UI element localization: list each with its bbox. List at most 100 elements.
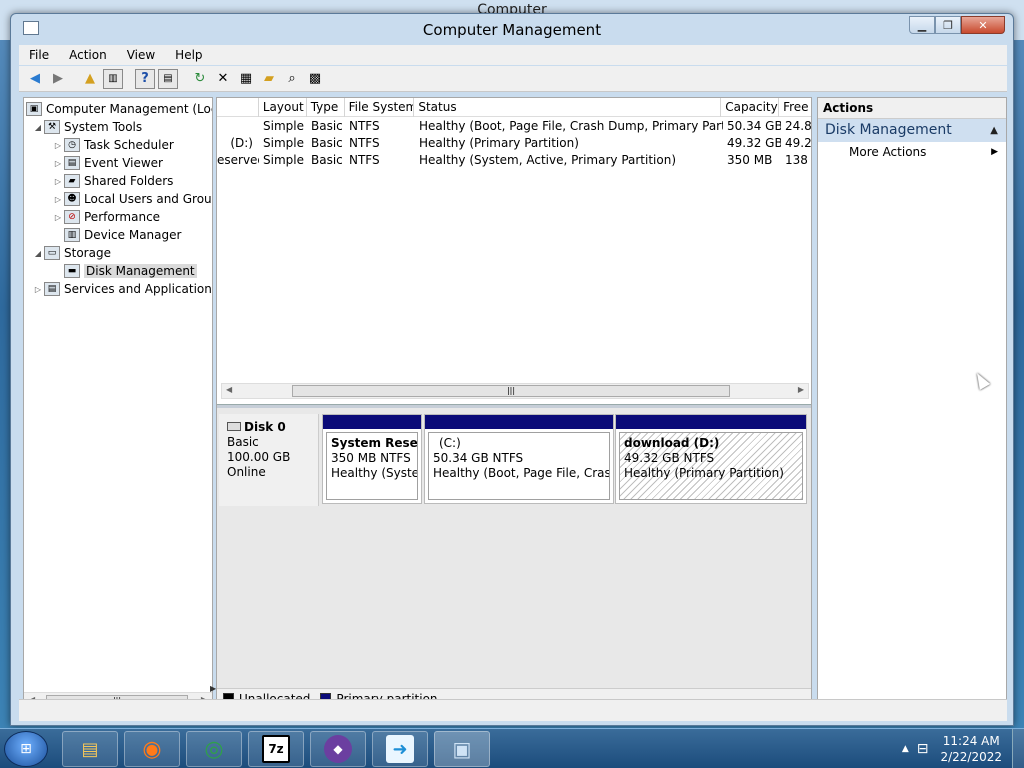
settings-icon[interactable]: ▩ [305,69,325,89]
expand-icon[interactable]: ▷ [52,195,64,204]
toolbar: ◀ ▶ ▲ ▥ ? ▤ ↻ ✕ ▦ ▰ ⌕ ▩ [19,66,1007,92]
minimize-button[interactable]: ▁ [909,16,935,34]
primary-partition-bar [323,415,421,429]
show-hidden-icons-icon[interactable]: ▲ [902,744,909,754]
menu-action[interactable]: Action [59,48,117,62]
tree-item-storage[interactable]: ◢ ▭ Storage [32,244,111,262]
column-volume[interactable] [217,98,259,117]
taskbar-remote[interactable]: ➜ [372,731,428,767]
restore-button[interactable]: ❐ [935,16,961,34]
clock[interactable]: 11:24 AM 2/22/2022 [940,733,1002,765]
show-hide-action-pane-icon[interactable]: ▤ [158,68,178,89]
disk-state: Online [227,465,266,479]
computer-management-icon: ▣ [26,102,42,116]
disk-management-pane: Layout Type File System Status Capacity … [216,97,812,709]
forward-icon[interactable]: ▶ [48,69,68,89]
firefox-icon: ◉ [142,736,162,762]
back-icon[interactable]: ◀ [25,69,45,89]
taskbar-chrome[interactable]: ◎ [186,731,242,767]
users-icon: ☻ [64,192,80,206]
tree-item-event-viewer[interactable]: ▷ ▤ Event Viewer [52,154,163,172]
taskbar-brave[interactable]: ◆ [310,731,366,767]
chrome-icon: ◎ [204,736,224,762]
status-bar [19,699,1007,721]
tree-item-services[interactable]: ▷ ▤ Services and Applications [32,280,212,298]
clock-time: 11:24 AM [942,734,1000,748]
open-folder-icon[interactable]: ▰ [259,69,279,89]
column-type[interactable]: Type [307,98,345,117]
table-row[interactable]: Simple Basic NTFS Healthy (Boot, Page Fi… [217,118,811,135]
taskbar-computer-management[interactable]: ▣ [434,731,490,767]
refresh-icon[interactable]: ↻ [190,69,210,89]
expand-icon[interactable]: ▷ [52,213,64,222]
taskbar: ⊞ ▤ ◉ ◎ 7z ◆ ➜ ▣ ▲ ⊟ 11:24 AM 2/22/2022 [0,728,1024,768]
column-capacity[interactable]: Capacity [721,98,780,117]
tools-icon: ⚒ [44,120,60,134]
system-tray: ▲ ⊟ 11:24 AM 2/22/2022 [902,729,1024,768]
start-button[interactable]: ⊞ [4,731,48,767]
services-icon: ▤ [44,282,60,296]
tree-item-task-scheduler[interactable]: ▷ ◷ Task Scheduler [52,136,174,154]
actions-section-disk-management[interactable]: Disk Management ▲ [818,119,1006,142]
up-folder-icon[interactable]: ▲ [80,69,100,89]
disk-size: 100.00 GB [227,450,291,464]
column-free[interactable]: Free [779,98,811,117]
tree-item-performance[interactable]: ▷ ⊘ Performance [52,208,160,226]
properties-icon[interactable]: ▦ [236,69,256,89]
volume-list-header: Layout Type File System Status Capacity … [217,98,811,117]
table-row[interactable]: (D:) Simple Basic NTFS Healthy (Primary … [217,135,811,152]
tree-item-device-manager[interactable]: ▥ Device Manager [64,226,181,244]
tree-item-system-tools[interactable]: ◢ ⚒ System Tools [32,118,142,136]
menu-file[interactable]: File [19,48,59,62]
7zip-icon: 7z [262,735,290,763]
device-manager-icon: ▥ [64,228,80,242]
search-icon[interactable]: ⌕ [282,69,302,89]
delete-icon[interactable]: ✕ [213,69,233,89]
menu-help[interactable]: Help [165,48,212,62]
show-desktop-button[interactable] [1012,729,1024,768]
primary-partition-bar [425,415,613,429]
close-button[interactable]: ✕ [961,16,1005,34]
collapse-icon[interactable]: ◢ [32,249,44,258]
help-icon[interactable]: ? [135,68,155,89]
network-icon[interactable]: ⊟ [917,741,929,757]
expand-icon[interactable]: ▷ [32,285,44,294]
disk-name: Disk 0 [244,420,286,434]
tree-item-shared-folders[interactable]: ▷ ▰ Shared Folders [52,172,173,190]
column-file-system[interactable]: File System [345,98,415,117]
partition-c[interactable]: (C:) 50.34 GB NTFS Healthy (Boot, Page F… [424,414,614,504]
scroll-left-icon[interactable]: ◀ [226,385,232,394]
taskbar-7zip[interactable]: 7z [248,731,304,767]
expand-icon[interactable]: ▷ [52,159,64,168]
brave-icon: ◆ [324,735,352,763]
actions-header: Actions [818,98,1006,119]
taskbar-explorer[interactable]: ▤ [62,731,118,767]
disk-icon [227,422,241,431]
tree-item-disk-management[interactable]: ▬ Disk Management [64,262,197,280]
expand-icon[interactable]: ▷ [52,177,64,186]
table-row[interactable]: eserved Simple Basic NTFS Healthy (Syste… [217,152,811,169]
column-status[interactable]: Status [414,98,722,117]
collapse-caret-icon[interactable]: ▲ [990,119,998,142]
volume-list-horizontal-scrollbar[interactable]: ◀ ||| ▶ [221,383,809,399]
expand-icon[interactable]: ▷ [52,141,64,150]
submenu-arrow-icon: ▶ [991,147,998,157]
column-layout[interactable]: Layout [259,98,307,117]
partition-d[interactable]: download (D:) 49.32 GB NTFS Healthy (Pri… [615,414,807,504]
title-bar[interactable]: Computer Management ▁ ❐ ✕ [11,14,1013,44]
tree-item-local-users[interactable]: ▷ ☻ Local Users and Groups [52,190,212,208]
partition-system-reserved[interactable]: System Reserve 350 MB NTFS Healthy (Syst… [322,414,422,504]
show-hide-tree-icon[interactable]: ▥ [103,68,123,89]
scroll-thumb[interactable]: ||| [292,385,730,397]
collapse-icon[interactable]: ◢ [32,123,44,132]
menu-bar: File Action View Help [19,45,1007,65]
menu-view[interactable]: View [117,48,165,62]
scroll-right-icon[interactable]: ▶ [798,385,804,394]
disk-type: Basic [227,435,259,449]
taskbar-firefox[interactable]: ◉ [124,731,180,767]
more-actions-item[interactable]: More Actions ▶ [818,142,1006,162]
folder-icon: ▤ [81,738,99,760]
disk-info[interactable]: Disk 0 Basic 100.00 GB Online [219,414,319,506]
tree-root[interactable]: ▣ Computer Management (Local [26,100,212,118]
storage-icon: ▭ [44,246,60,260]
